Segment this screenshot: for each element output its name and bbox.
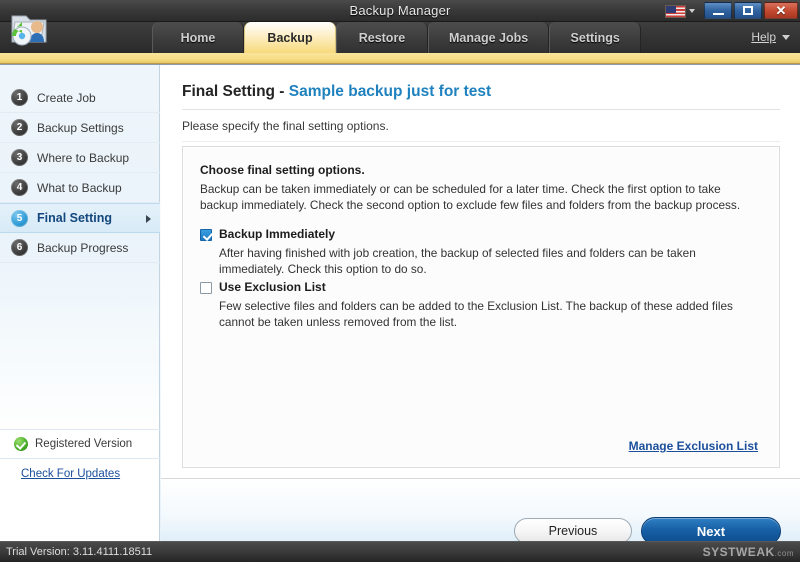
step-number: 1 (11, 89, 28, 106)
step-number: 5 (11, 209, 28, 227)
option-label: Backup Immediately (219, 227, 336, 241)
backup-immediately-checkbox[interactable] (200, 229, 212, 241)
sidebar-item-what-to-backup[interactable]: 4 What to Backup (0, 173, 160, 203)
panel-description: Backup can be taken immediately or can b… (200, 182, 741, 212)
help-menu[interactable]: Help (751, 30, 790, 44)
page-subtitle: Please specify the final setting options… (182, 119, 389, 133)
registration-status: Registered Version (0, 429, 160, 459)
page-title: Final Setting - Sample backup just for t… (182, 83, 491, 101)
sidebar-item-label: Backup Settings (37, 120, 124, 135)
us-flag-icon (665, 4, 686, 18)
option-backup-immediately: Backup Immediately After having finished… (200, 227, 759, 277)
step-number: 2 (11, 119, 28, 136)
subtitle-divider (182, 141, 780, 142)
step-number: 3 (11, 149, 28, 166)
watermark-subtext: .com (774, 549, 794, 558)
tab-manage-jobs[interactable]: Manage Jobs (428, 22, 550, 53)
tab-backup[interactable]: Backup (244, 22, 336, 53)
status-bar: Trial Version: 3.11.4111.18511 SYSTWEAK.… (0, 541, 800, 562)
title-divider (182, 109, 780, 110)
accent-bar (0, 53, 800, 64)
tab-restore[interactable]: Restore (336, 22, 428, 53)
registered-label: Registered Version (35, 438, 133, 450)
main-tabs: Home Backup Restore Manage Jobs Settings (152, 22, 642, 53)
chevron-right-icon (146, 215, 151, 223)
check-circle-icon (14, 437, 28, 451)
nav-bar: Home Backup Restore Manage Jobs Settings… (0, 15, 800, 53)
manage-exclusion-list-link[interactable]: Manage Exclusion List (629, 439, 758, 453)
watermark: SYSTWEAK.com (703, 545, 794, 559)
maximize-button[interactable] (734, 2, 762, 19)
minimize-button[interactable] (704, 2, 732, 19)
sidebar-item-label: What to Backup (37, 180, 122, 195)
trial-version-text: Trial Version: 3.11.4111.18511 (6, 546, 153, 558)
sidebar-item-label: Where to Backup (37, 150, 130, 165)
wizard-footer: Previous Next (161, 479, 800, 545)
language-selector[interactable] (665, 3, 698, 19)
chevron-down-icon (782, 34, 790, 40)
option-header[interactable]: Backup Immediately (200, 227, 759, 241)
option-label: Use Exclusion List (219, 280, 326, 294)
app-logo-icon (11, 15, 47, 46)
watermark-text: SYSTWEAK (702, 545, 775, 559)
tab-settings[interactable]: Settings (549, 22, 642, 53)
sidebar-item-where-to-backup[interactable]: 3 Where to Backup (0, 143, 160, 173)
page-title-accent: Sample backup just for test (288, 83, 492, 100)
option-header[interactable]: Use Exclusion List (200, 280, 759, 294)
sidebar-item-final-setting[interactable]: 5 Final Setting (0, 203, 160, 233)
window-controls: ✕ (704, 2, 798, 19)
window-body: 1 Create Job 2 Backup Settings 3 Where t… (0, 64, 800, 545)
step-number: 6 (11, 239, 28, 256)
use-exclusion-list-checkbox[interactable] (200, 282, 212, 294)
option-use-exclusion-list: Use Exclusion List Few selective files a… (200, 280, 759, 330)
wizard-sidebar: 1 Create Job 2 Backup Settings 3 Where t… (0, 65, 160, 542)
main-content: Final Setting - Sample backup just for t… (161, 65, 800, 545)
option-description: After having finished with job creation,… (219, 246, 696, 276)
wizard-step-list: 1 Create Job 2 Backup Settings 3 Where t… (0, 83, 160, 263)
sidebar-item-backup-progress[interactable]: 6 Backup Progress (0, 233, 160, 263)
chevron-down-icon (689, 9, 695, 13)
sidebar-item-label: Backup Progress (37, 240, 129, 255)
sidebar-footer: Registered Version Check For Updates (0, 429, 160, 480)
sidebar-item-label: Final Setting (37, 211, 112, 225)
close-icon: ✕ (775, 3, 787, 18)
sidebar-item-backup-settings[interactable]: 2 Backup Settings (0, 113, 160, 143)
help-label: Help (751, 30, 776, 44)
title-bar: Backup Manager ✕ (0, 0, 800, 22)
minimize-icon (712, 12, 724, 15)
sidebar-item-create-job[interactable]: 1 Create Job (0, 83, 160, 113)
panel-heading: Choose final setting options. (200, 163, 365, 177)
page-title-primary: Final Setting - (182, 83, 289, 100)
option-description: Few selective files and folders can be a… (219, 299, 733, 329)
tab-home[interactable]: Home (152, 22, 244, 53)
step-number: 4 (11, 179, 28, 196)
settings-panel: Choose final setting options. Backup can… (182, 146, 780, 468)
maximize-icon (743, 6, 753, 15)
close-button[interactable]: ✕ (764, 2, 798, 19)
backup-manager-window: Backup Manager ✕ Home Backup Restore Man… (0, 0, 800, 562)
sidebar-item-label: Create Job (37, 90, 96, 105)
check-for-updates-link[interactable]: Check For Updates (0, 459, 160, 480)
